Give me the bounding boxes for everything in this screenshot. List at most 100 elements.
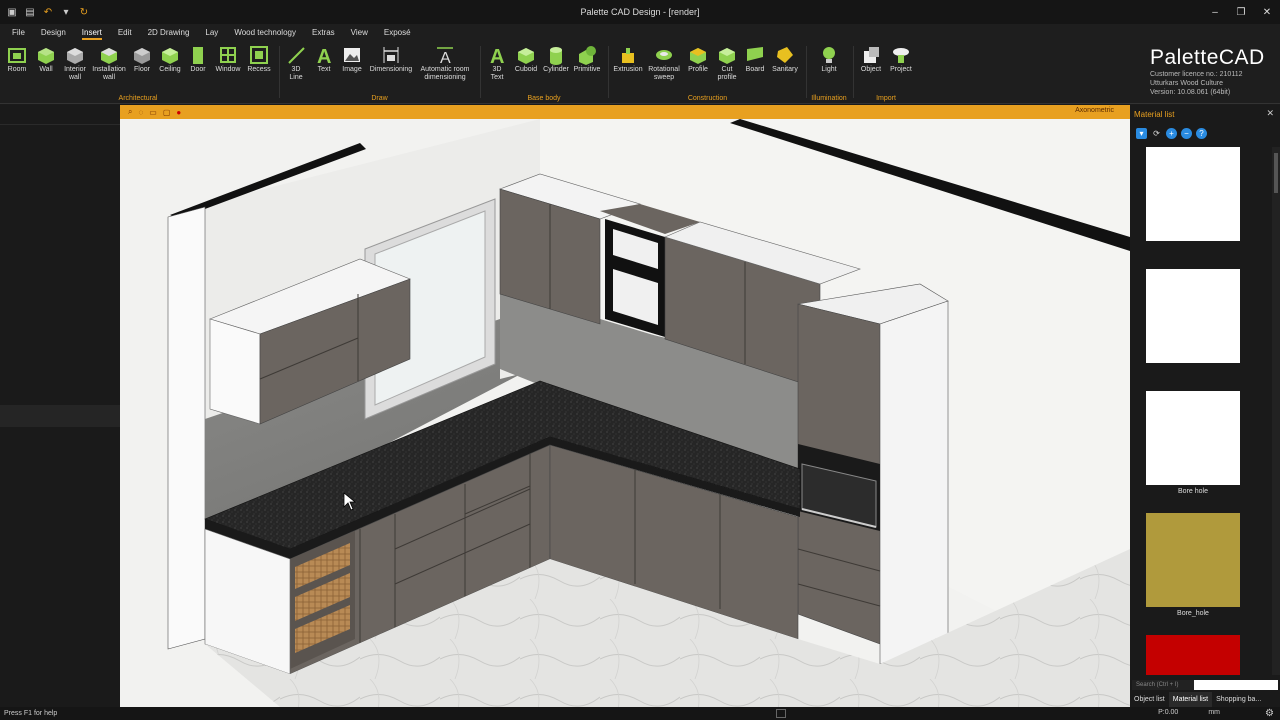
window-icon <box>217 44 239 66</box>
recess-button[interactable]: Recess <box>244 44 274 90</box>
ribbon-group-architectural: Room Wall Interior wall Installation wal… <box>2 44 274 102</box>
undo-icon[interactable]: ↶ <box>42 6 54 18</box>
left-panel-selected-row[interactable] <box>0 405 120 427</box>
title-bar: ▣ ▤ ↶ ▾ ↻ Palette CAD Design - [render] … <box>0 0 1280 24</box>
ribbon-separator <box>806 46 807 98</box>
help-hint: Press F1 for help <box>4 710 58 717</box>
object-import-button[interactable]: Object <box>856 44 886 90</box>
material-swatch[interactable] <box>1146 391 1240 485</box>
ribbon-separator <box>608 46 609 98</box>
recess-icon <box>248 44 270 66</box>
floor-icon <box>131 44 153 66</box>
profile-button[interactable]: Profile <box>683 44 713 90</box>
material-swatch[interactable] <box>1146 635 1240 675</box>
cut-profile-icon <box>716 44 738 66</box>
rotational-sweep-button[interactable]: Rotational sweep <box>645 44 683 90</box>
3d-text-button[interactable]: A 3D Text <box>483 44 511 90</box>
ribbon-separator <box>480 46 481 98</box>
coordinate-readout: P:0.00 <box>1158 709 1179 716</box>
cylinder-icon <box>545 44 567 66</box>
close-icon[interactable]: ✕ <box>1266 108 1274 119</box>
status-bar: Press F1 for help P:0.00 mm ⚙ <box>0 707 1280 720</box>
redo-icon[interactable]: ▾ <box>60 6 72 18</box>
tab-material-list[interactable]: Material list <box>1168 692 1213 707</box>
menu-file[interactable]: File <box>4 24 33 42</box>
ceiling-button[interactable]: Ceiling <box>156 44 184 90</box>
material-swatch[interactable] <box>1146 269 1240 363</box>
status-indicator-icon <box>776 709 786 718</box>
remove-icon[interactable]: − <box>1181 127 1192 139</box>
pan-icon[interactable]: ▭ <box>149 108 157 117</box>
ribbon-group-base-body: A 3D Text Cuboid Cylinder Primitive Base… <box>483 44 605 102</box>
add-icon[interactable]: + <box>1166 127 1177 139</box>
group-label-base-body: Base body <box>527 95 561 102</box>
menu-2d-drawing[interactable]: 2D Drawing <box>140 24 198 42</box>
3d-viewport[interactable]: ⌕ ◌ ▭ ▢ ● Axonometric <box>120 105 1130 707</box>
maximize-button[interactable]: ❐ <box>1228 0 1254 24</box>
version-text: Version: 10.08.061 (64bit) <box>1150 89 1231 96</box>
installation-wall-button[interactable]: Installation wall <box>90 44 128 90</box>
profile-icon <box>687 44 709 66</box>
search-input[interactable] <box>1194 680 1278 690</box>
render-icon[interactable]: ● <box>176 108 181 117</box>
primitive-button[interactable]: Primitive <box>571 44 603 90</box>
ribbon-group-draw: 3D Line A Text Image Dimensioning A Auto… <box>282 44 477 102</box>
board-button[interactable]: Board <box>741 44 769 90</box>
menu-design[interactable]: Design <box>33 24 74 42</box>
image-button[interactable]: Image <box>338 44 366 90</box>
material-swatch[interactable] <box>1146 147 1240 241</box>
fit-icon[interactable]: ▢ <box>163 108 171 117</box>
select-icon[interactable]: ▾ <box>1136 127 1147 139</box>
tab-object-list[interactable]: Object list <box>1130 692 1169 707</box>
material-search[interactable]: Search (Ctrl + I) <box>1132 680 1278 690</box>
object-icon <box>860 44 882 66</box>
menu-lay[interactable]: Lay <box>197 24 226 42</box>
material-swatch[interactable] <box>1146 513 1240 607</box>
cut-profile-button[interactable]: Cut profile <box>713 44 741 90</box>
interior-wall-button[interactable]: Interior wall <box>60 44 90 90</box>
scrollbar-thumb[interactable] <box>1274 153 1278 193</box>
sanitary-button[interactable]: Sanitary <box>769 44 801 90</box>
door-button[interactable]: Door <box>184 44 212 90</box>
project-import-button[interactable]: Project <box>886 44 916 90</box>
sanitary-icon <box>774 44 796 66</box>
menu-insert[interactable]: Insert <box>74 24 110 42</box>
help-icon[interactable]: ? <box>1196 127 1207 139</box>
minimize-button[interactable]: – <box>1202 0 1228 24</box>
3d-line-button[interactable]: 3D Line <box>282 44 310 90</box>
zoom-icon[interactable]: ⌕ <box>128 107 132 117</box>
dimensioning-button[interactable]: Dimensioning <box>366 44 416 90</box>
light-icon <box>818 44 840 66</box>
wall-button[interactable]: Wall <box>32 44 60 90</box>
material-label <box>1146 363 1240 391</box>
save-icon[interactable]: ▣ <box>6 6 18 18</box>
interior-wall-icon <box>64 44 86 66</box>
extrusion-button[interactable]: Extrusion <box>611 44 645 90</box>
customer-name: Utturkars Wood Culture <box>1150 80 1224 87</box>
print-icon[interactable]: ▤ <box>24 6 36 18</box>
menu-wood-technology[interactable]: Wood technology <box>226 24 304 42</box>
cuboid-button[interactable]: Cuboid <box>511 44 541 90</box>
gear-icon[interactable]: ⚙ <box>1265 708 1274 719</box>
orbit-icon[interactable]: ◌ <box>138 108 143 117</box>
menu-view[interactable]: View <box>343 24 376 42</box>
material-list-scrollbar[interactable] <box>1272 147 1280 675</box>
dropdown-icon[interactable]: ↻ <box>78 6 90 18</box>
automatic-room-dimensioning-button[interactable]: A Automatic room dimensioning <box>416 44 474 90</box>
tab-shopping-basket[interactable]: Shopping ba... <box>1212 692 1265 707</box>
menu-expose[interactable]: Exposé <box>376 24 419 42</box>
light-button[interactable]: Light <box>808 44 850 90</box>
menu-extras[interactable]: Extras <box>304 24 343 42</box>
ribbon-separator <box>853 46 854 98</box>
refresh-icon[interactable]: ⟳ <box>1151 128 1162 139</box>
window-button[interactable]: Window <box>212 44 244 90</box>
text-button[interactable]: A Text <box>310 44 338 90</box>
svg-text:A: A <box>490 46 504 65</box>
cylinder-button[interactable]: Cylinder <box>541 44 571 90</box>
floor-button[interactable]: Floor <box>128 44 156 90</box>
room-button[interactable]: Room <box>2 44 32 90</box>
close-button[interactable]: ✕ <box>1254 0 1280 24</box>
wall-icon <box>35 44 57 66</box>
view-projection-label[interactable]: Axonometric <box>1075 107 1114 114</box>
menu-edit[interactable]: Edit <box>110 24 140 42</box>
